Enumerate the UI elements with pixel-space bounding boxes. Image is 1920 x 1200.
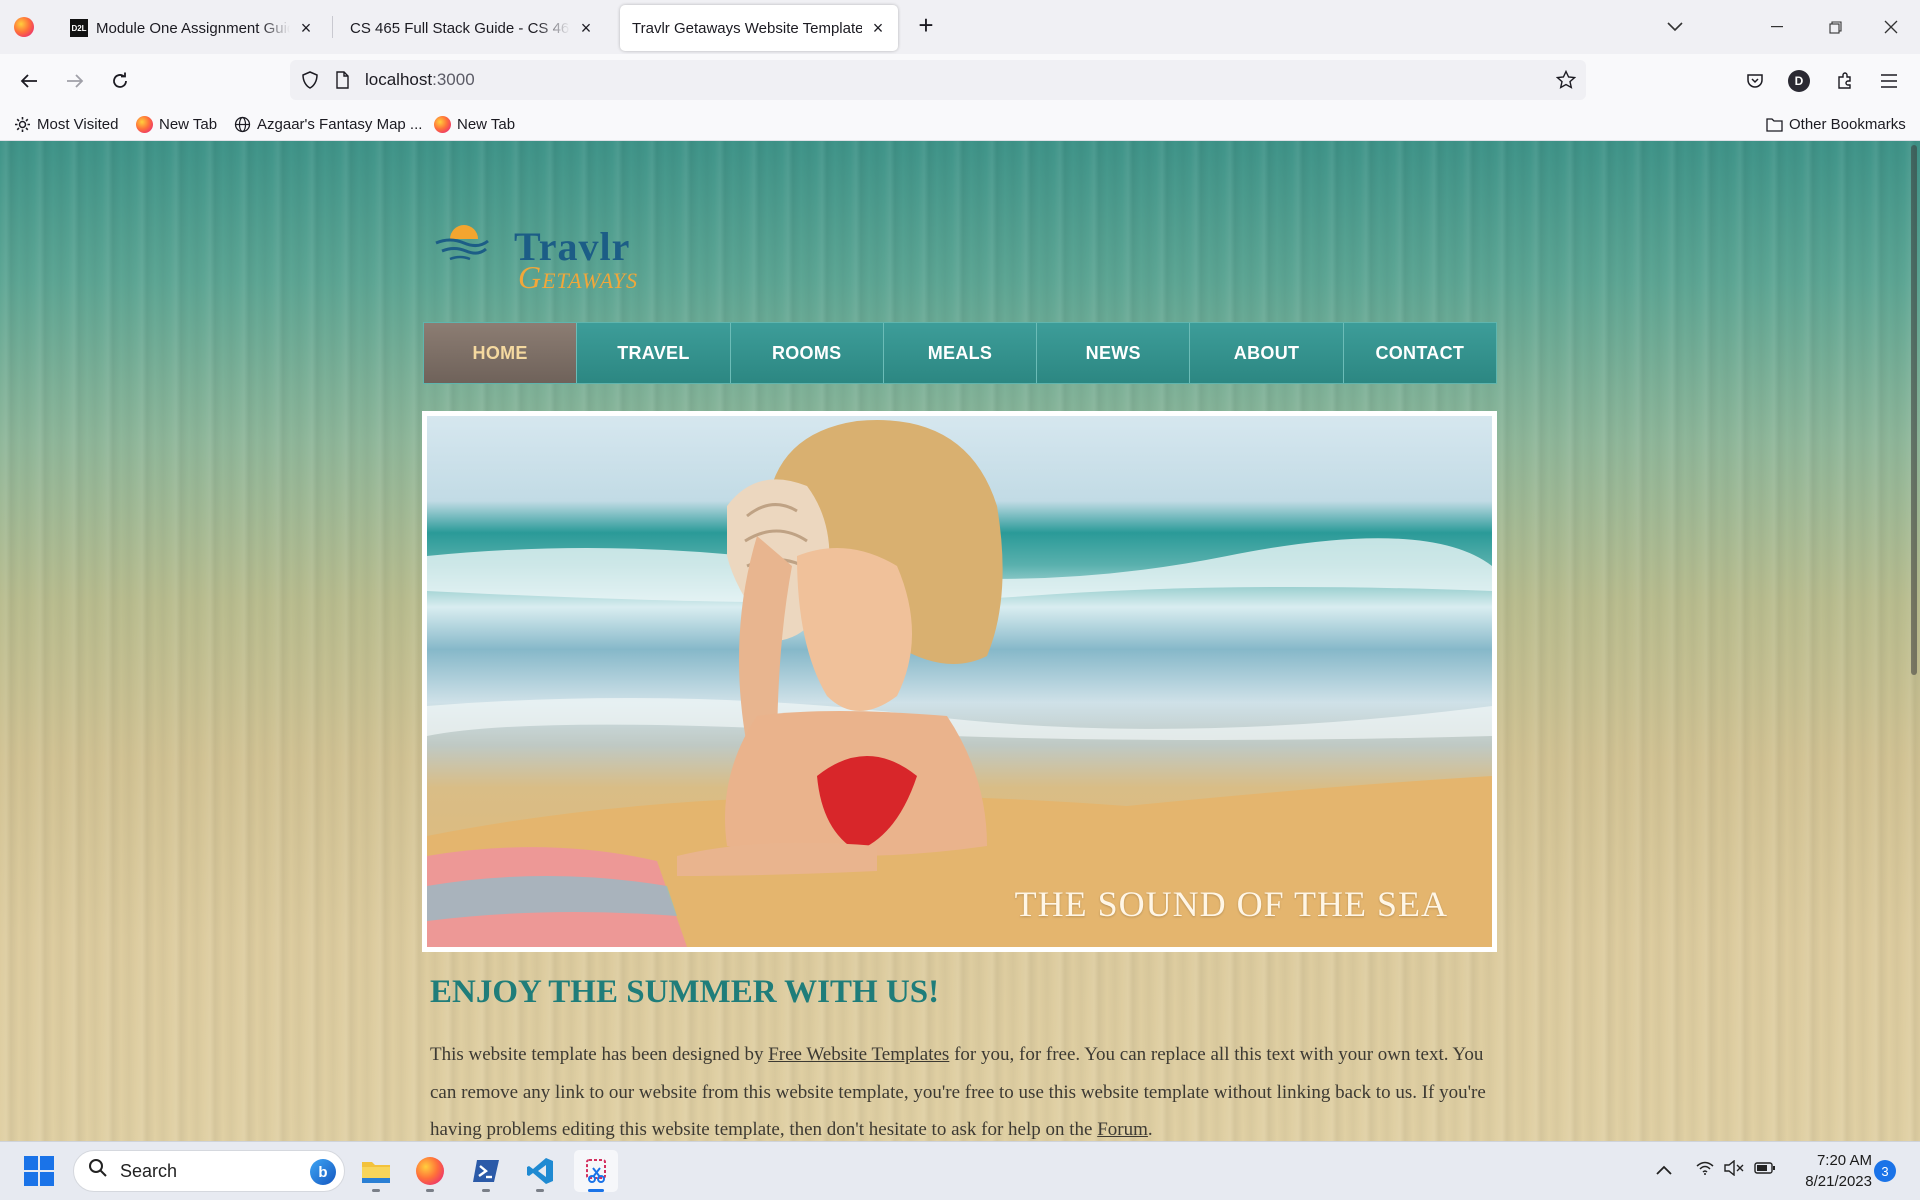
page-heading: ENJOY THE SUMMER WITH US! bbox=[430, 974, 940, 1010]
tab-title: CS 465 Full Stack Guide - CS 465 Full bbox=[350, 19, 570, 37]
file-explorer-taskbar-icon[interactable] bbox=[354, 1150, 398, 1192]
notification-badge[interactable]: 3 bbox=[1874, 1160, 1896, 1182]
bookmark-azgaar[interactable]: Azgaar's Fantasy Map ... bbox=[234, 113, 422, 135]
web-page-viewport: Travlr Getaways HOME TRAVEL ROOMS MEALS … bbox=[0, 141, 1920, 1141]
vscode-taskbar-icon[interactable] bbox=[518, 1150, 562, 1192]
nav-about[interactable]: ABOUT bbox=[1190, 323, 1344, 383]
battery-icon[interactable] bbox=[1754, 1160, 1776, 1180]
folder-icon bbox=[1766, 116, 1783, 133]
close-tab-icon[interactable]: × bbox=[578, 18, 594, 38]
running-indicator bbox=[426, 1189, 434, 1192]
nav-contact[interactable]: CONTACT bbox=[1344, 323, 1496, 383]
back-arrow-icon[interactable] bbox=[14, 66, 44, 96]
forward-arrow-icon[interactable] bbox=[60, 66, 90, 96]
hero-beach-image: THE SOUND OF THE SEA bbox=[427, 416, 1492, 947]
tab-module-one[interactable]: D2L Module One Assignment Guide × bbox=[58, 5, 326, 51]
sun-waves-logo-icon bbox=[435, 225, 489, 261]
powershell-taskbar-icon[interactable] bbox=[464, 1150, 508, 1192]
intro-paragraph: This website template has been designed … bbox=[430, 1036, 1510, 1141]
tab-title: Module One Assignment Guide bbox=[96, 19, 290, 37]
account-avatar[interactable]: D bbox=[1784, 66, 1814, 96]
minimize-window-button[interactable] bbox=[1754, 10, 1800, 44]
other-bookmarks[interactable]: Other Bookmarks bbox=[1766, 113, 1906, 135]
search-icon bbox=[88, 1158, 108, 1184]
show-hidden-icons-chevron-icon[interactable] bbox=[1656, 1160, 1672, 1180]
page-info-icon[interactable] bbox=[332, 70, 352, 90]
url-bar[interactable]: localhost:3000 bbox=[290, 60, 1586, 100]
hero-caption: THE SOUND OF THE SEA bbox=[1014, 884, 1448, 924]
logo-text-getaways: Getaways bbox=[518, 259, 639, 295]
close-tab-icon[interactable]: × bbox=[870, 18, 886, 38]
hero-banner: THE SOUND OF THE SEA bbox=[422, 411, 1497, 952]
clock-time: 7:20 AM bbox=[1816, 1152, 1872, 1169]
bing-icon[interactable]: b bbox=[310, 1159, 336, 1185]
tab-travlr-active[interactable]: Travlr Getaways Website Template × bbox=[620, 5, 898, 51]
tab-cs465-guide[interactable]: CS 465 Full Stack Guide - CS 465 Full × bbox=[338, 5, 606, 51]
restore-window-button[interactable] bbox=[1812, 10, 1858, 44]
account-initial: D bbox=[1788, 70, 1810, 92]
browser-navigation-bar: localhost:3000 D bbox=[0, 54, 1920, 107]
snipping-tool-taskbar-icon[interactable] bbox=[574, 1150, 618, 1192]
tracking-protection-shield-icon[interactable] bbox=[300, 70, 320, 90]
nav-rooms[interactable]: ROOMS bbox=[731, 323, 884, 383]
close-window-button[interactable] bbox=[1868, 10, 1914, 44]
running-indicator bbox=[372, 1189, 380, 1192]
nav-meals[interactable]: MEALS bbox=[884, 323, 1038, 383]
windows-taskbar: Search b 7:20 AM 8/21/2023 3 bbox=[0, 1141, 1920, 1200]
search-placeholder: Search bbox=[120, 1160, 178, 1181]
firefox-icon bbox=[136, 115, 153, 133]
page-scrollbar[interactable] bbox=[1906, 141, 1920, 1141]
nav-news[interactable]: NEWS bbox=[1037, 323, 1191, 383]
bookmark-label: New Tab bbox=[457, 115, 516, 133]
list-all-tabs-icon[interactable] bbox=[1652, 10, 1698, 44]
paragraph-text: This website template has been designed … bbox=[430, 1044, 769, 1065]
url-text[interactable]: localhost:3000 bbox=[365, 70, 475, 90]
windows-start-icon[interactable] bbox=[24, 1156, 54, 1186]
taskbar-clock[interactable]: 7:20 AM 8/21/2023 bbox=[1780, 1150, 1872, 1192]
scrollbar-thumb[interactable] bbox=[1911, 145, 1917, 675]
site-logo[interactable]: Travlr Getaways bbox=[430, 181, 670, 295]
running-indicator bbox=[536, 1189, 544, 1192]
d2l-favicon-icon: D2L bbox=[70, 19, 88, 37]
free-website-templates-link[interactable]: Free Website Templates bbox=[768, 1044, 949, 1065]
beach-woman-with-shell-illustration bbox=[427, 420, 1492, 947]
url-port: :3000 bbox=[432, 70, 475, 89]
firefox-icon bbox=[434, 115, 451, 133]
bookmark-label: Most Visited bbox=[37, 115, 119, 133]
forum-link[interactable]: Forum bbox=[1097, 1119, 1148, 1140]
bookmarks-toolbar: Most Visited New Tab Azgaar's Fantasy Ma… bbox=[0, 107, 1920, 141]
nav-travel[interactable]: TRAVEL bbox=[577, 323, 731, 383]
reload-icon[interactable] bbox=[105, 66, 135, 96]
pocket-icon[interactable] bbox=[1740, 66, 1770, 96]
wifi-icon[interactable] bbox=[1696, 1160, 1714, 1180]
tab-separator bbox=[332, 16, 333, 38]
firefox-taskbar-icon[interactable] bbox=[408, 1150, 452, 1192]
nav-home[interactable]: HOME bbox=[424, 323, 578, 383]
firefox-view-icon[interactable] bbox=[14, 17, 34, 37]
extensions-puzzle-icon[interactable] bbox=[1830, 66, 1860, 96]
bookmark-label: New Tab bbox=[159, 115, 218, 133]
tab-title: Travlr Getaways Website Template bbox=[632, 19, 862, 37]
bookmark-new-tab-2[interactable]: New Tab bbox=[434, 113, 515, 135]
volume-muted-icon[interactable] bbox=[1724, 1159, 1744, 1181]
gear-icon bbox=[14, 116, 31, 133]
taskbar-search[interactable]: Search b bbox=[73, 1150, 345, 1192]
close-tab-icon[interactable]: × bbox=[298, 18, 314, 38]
browser-tab-strip: D2L Module One Assignment Guide × CS 465… bbox=[0, 0, 1920, 54]
bookmark-new-tab[interactable]: New Tab bbox=[136, 113, 217, 135]
running-indicator bbox=[588, 1189, 604, 1192]
url-host: localhost bbox=[365, 70, 433, 89]
clock-date: 8/21/2023 bbox=[1805, 1173, 1872, 1190]
running-indicator bbox=[482, 1189, 490, 1192]
bookmark-label: Azgaar's Fantasy Map ... bbox=[257, 115, 423, 133]
bookmark-most-visited[interactable]: Most Visited bbox=[14, 113, 118, 135]
bookmark-label: Other Bookmarks bbox=[1789, 115, 1906, 133]
hamburger-menu-icon[interactable] bbox=[1874, 66, 1904, 96]
paragraph-text: . bbox=[1147, 1119, 1153, 1140]
site-main-nav: HOME TRAVEL ROOMS MEALS NEWS ABOUT CONTA… bbox=[423, 322, 1497, 384]
new-tab-button[interactable]: + bbox=[912, 12, 940, 40]
globe-icon bbox=[234, 116, 251, 133]
bookmark-star-icon[interactable] bbox=[1556, 70, 1576, 90]
